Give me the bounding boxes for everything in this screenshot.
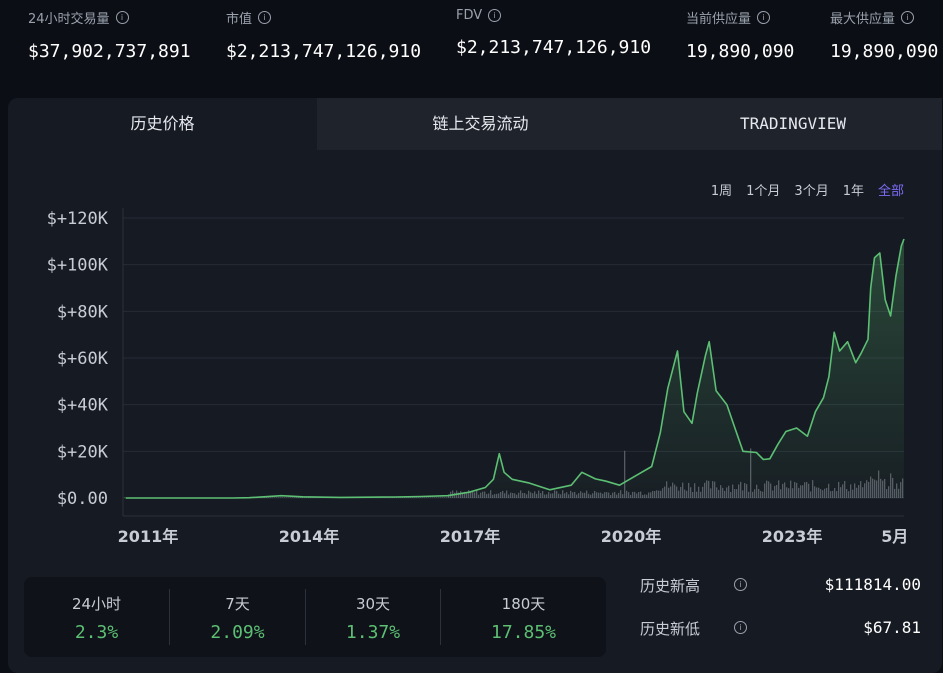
info-icon[interactable]: i [488,9,502,22]
y-tick-label: $+40K [57,396,109,416]
change-value: 17.85% [490,622,557,643]
price-change-summary: 24小时 2.3% 7天 2.09% 30天 1.37% 180天 17.85% [24,577,606,657]
tab-price-history[interactable]: 历史价格 [8,98,317,150]
change-value: 2.09% [210,622,265,643]
stat-value: $2,213,747,126,910 [226,41,422,62]
y-tick-label: $+100K [47,256,109,276]
volume-bar [124,497,126,498]
x-tick-label: 2020年 [601,527,662,546]
stat-market-cap: 市值 i $2,213,747,126,910 [226,8,421,62]
change-180d: 180天 17.85% [441,577,606,657]
stat-label: FDV [456,8,483,23]
stat-fdv: FDV i $2,213,747,126,910 [456,8,651,58]
change-24h: 24小时 2.3% [24,577,169,657]
ath-label: 历史新高 [640,577,701,595]
stat-value: 19,890,090 [830,41,939,62]
stat-label: 当前供应量 [686,12,752,27]
price-area [125,239,904,498]
top-stats-bar: 24小时交易量 i $37,902,737,891 市值 i $2,213,747,… [0,0,943,90]
stat-24h-volume: 24小时交易量 i $37,902,737,891 [28,8,191,62]
stat-label: 市值 [226,12,253,27]
info-icon[interactable]: i [734,621,747,634]
change-30d: 30天 1.37% [306,577,440,657]
tab-onchain-flow[interactable]: 链上交易流动 [317,98,644,150]
all-time-high-row: 历史新高 i $111814.00 [640,575,925,599]
change-7d: 7天 2.09% [170,577,305,657]
info-icon[interactable]: i [901,11,915,24]
stat-circulating-supply: 当前供应量 i 19,890,090 [686,8,794,62]
stat-label: 最大供应量 [830,12,896,27]
info-icon[interactable]: i [757,11,771,24]
change-period: 24小时 [71,595,122,613]
x-tick-label: 2011年 [118,527,179,546]
x-tick-label: 2017年 [440,527,501,546]
stat-max-supply: 最大供应量 i 19,890,090 [830,8,938,62]
y-tick-label: $+20K [57,442,109,462]
stat-value: $37,902,737,891 [28,41,191,62]
info-icon[interactable]: i [258,11,272,24]
change-period: 30天 [355,595,391,613]
atl-label: 历史新低 [640,620,701,638]
change-period: 7天 [225,595,250,613]
y-tick-label: $+80K [57,302,109,322]
tab-bar: 历史价格 链上交易流动 TRADINGVIEW [8,98,942,150]
change-value: 2.3% [74,622,119,643]
tab-tradingview[interactable]: TRADINGVIEW [644,98,942,150]
x-tick-label: 5月 [881,527,908,546]
x-tick-label: 2023年 [762,527,823,546]
stat-value: 19,890,090 [686,41,795,62]
x-tick-label: 2014年 [279,527,340,546]
y-tick-label: $+120K [47,209,109,229]
change-period: 180天 [501,595,546,613]
info-icon[interactable]: i [734,578,747,591]
ath-value: $111814.00 [824,575,921,594]
stat-label: 24小时交易量 [28,12,110,27]
stat-value: $2,213,747,126,910 [456,37,652,58]
change-value: 1.37% [345,622,401,643]
price-chart[interactable]: $+120K $+100K $+80K $+60K $+40K $+20K $0.00 201… [8,196,942,556]
atl-value: $67.81 [863,618,921,637]
info-icon[interactable]: i [115,11,129,24]
y-tick-label: $0.00 [57,489,108,509]
all-time-low-row: 历史新低 i $67.81 [640,618,925,642]
y-tick-label: $+60K [57,349,109,369]
